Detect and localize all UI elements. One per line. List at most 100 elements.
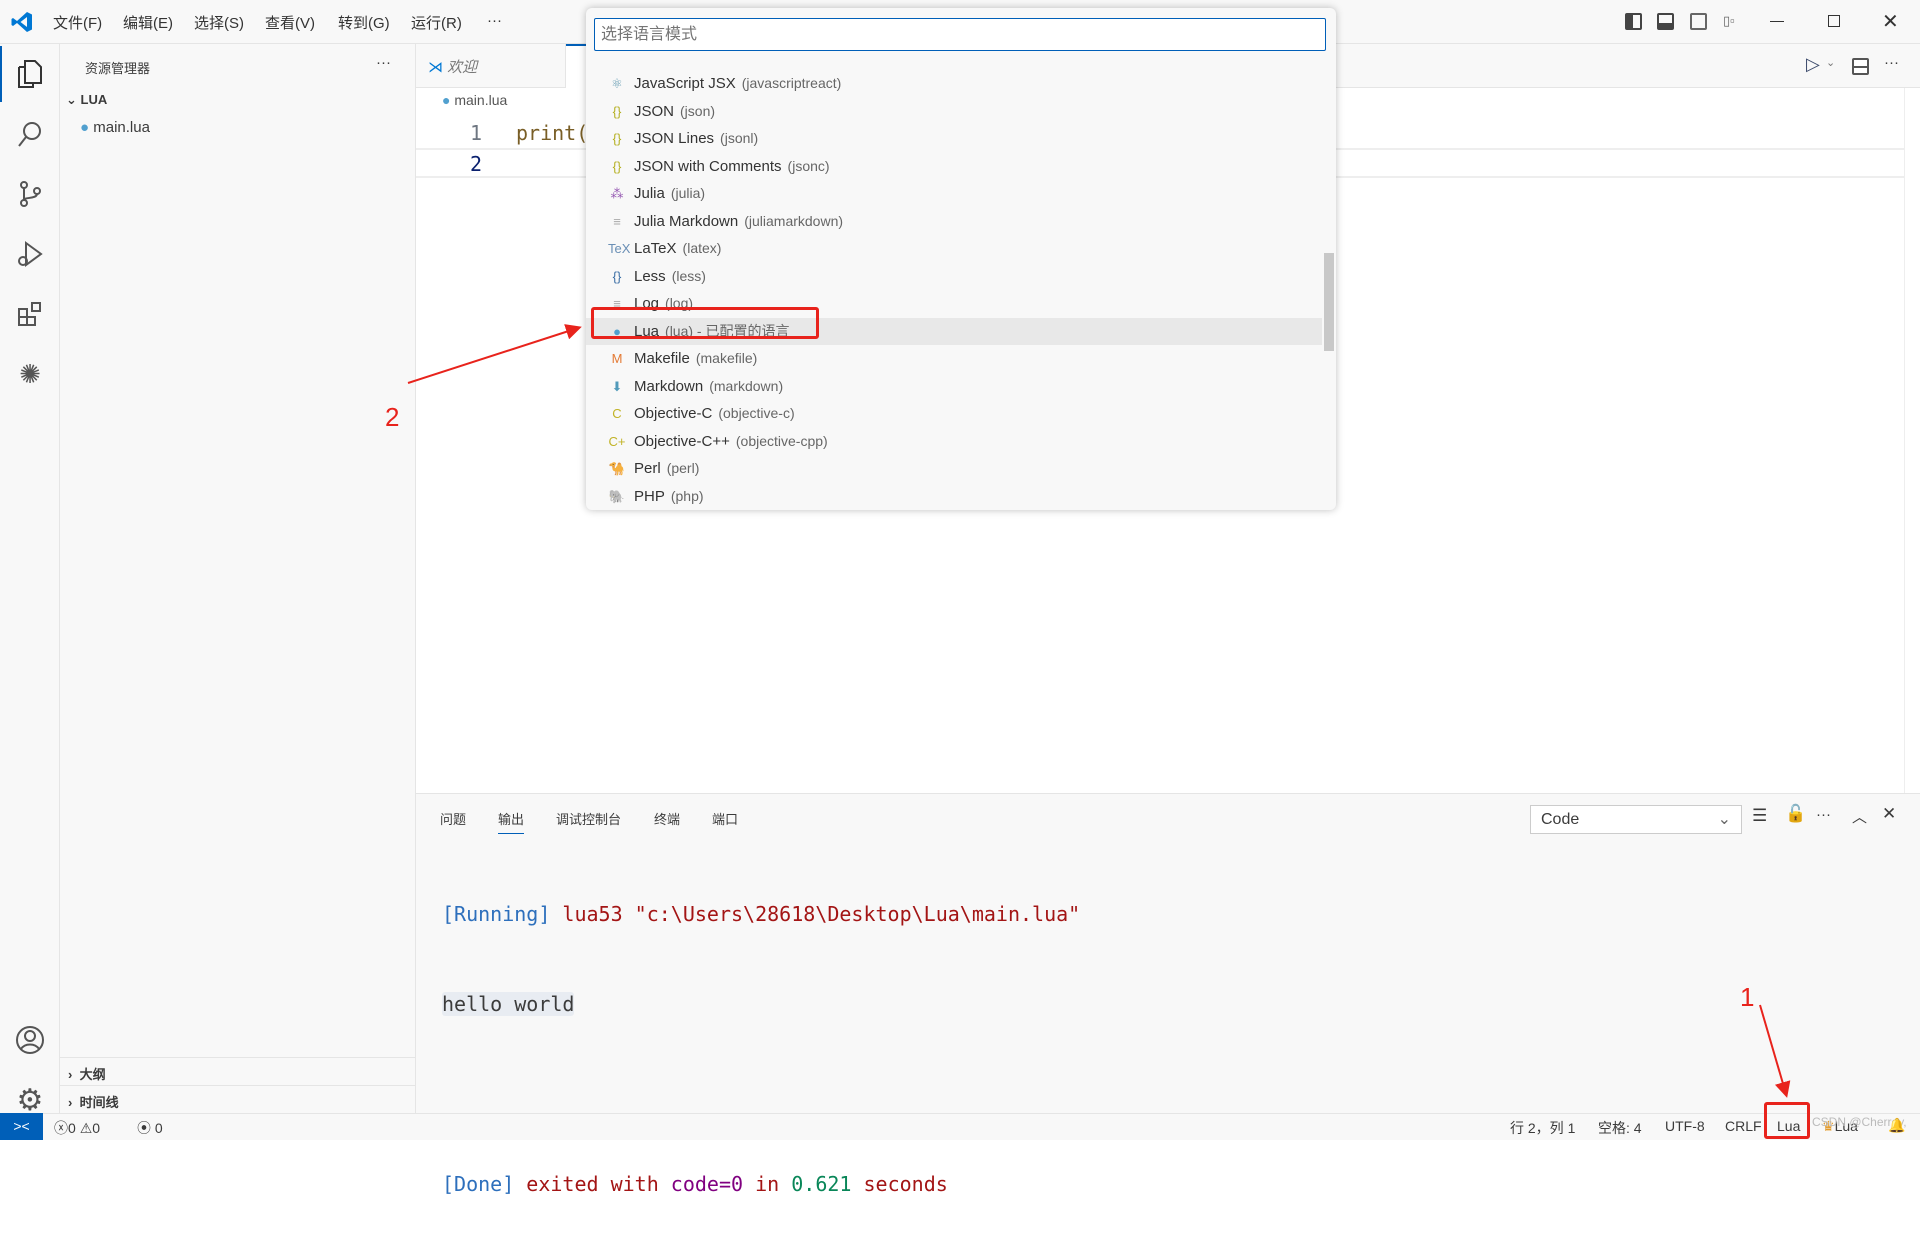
tab-output[interactable]: 输出: [498, 809, 525, 834]
language-item[interactable]: TeX LaTeX (latex): [586, 235, 1322, 262]
menu-run[interactable]: 运行(R): [411, 12, 462, 33]
done-tag: [Done]: [442, 1172, 515, 1196]
language-item[interactable]: 🐘 PHP (php): [586, 483, 1322, 510]
source-control-icon[interactable]: [12, 176, 48, 212]
menu-more[interactable]: ···: [487, 12, 502, 29]
editor-more-icon[interactable]: ···: [1884, 54, 1899, 71]
folder-lua[interactable]: ⌄ LUA: [66, 92, 406, 108]
language-item[interactable]: ⬇ Markdown (markdown): [586, 373, 1322, 400]
customize-layout-icon[interactable]: ▯▫: [1723, 13, 1740, 30]
maximize-panel-icon[interactable]: ︿: [1852, 806, 1867, 827]
language-item[interactable]: {} Less (less): [586, 263, 1322, 290]
tab-problems[interactable]: 问题: [440, 809, 466, 828]
breadcrumb[interactable]: ● main.lua: [442, 92, 507, 108]
notifications-bell-icon[interactable]: 🔔: [1888, 1117, 1905, 1134]
language-id: (javascriptreact): [741, 75, 842, 91]
tab-ports[interactable]: 端口: [712, 809, 738, 828]
menu-file[interactable]: 文件(F): [53, 12, 102, 33]
explorer-sidebar: 资源管理器 ··· ⌄ LUA ● main.lua › 大纲 › 时间线: [60, 44, 416, 1113]
tex-icon: TeX: [608, 241, 631, 256]
split-editor-icon[interactable]: [1852, 58, 1869, 75]
objcpp-icon: C+: [608, 433, 626, 449]
list-scrollbar[interactable]: [1324, 253, 1334, 351]
tab-debug-console[interactable]: 调试控制台: [556, 809, 621, 828]
annotation-label-2: 2: [385, 402, 400, 432]
line-ending[interactable]: CRLF: [1725, 1118, 1762, 1134]
text: exited with: [526, 1172, 659, 1196]
extensions-icon[interactable]: [12, 296, 48, 332]
clear-output-icon[interactable]: ☰: [1752, 806, 1767, 826]
chevron-down-icon: ⌄: [1717, 811, 1731, 828]
explorer-icon[interactable]: [12, 56, 48, 92]
sidebar-title: 资源管理器: [85, 61, 151, 76]
duration: 0.621: [791, 1172, 852, 1196]
language-id: (jsonl): [720, 130, 759, 146]
language-item[interactable]: ≡ Julia Markdown (juliamarkdown): [586, 208, 1322, 235]
close-window-icon[interactable]: ✕: [1882, 9, 1899, 34]
section-timeline[interactable]: › 时间线: [60, 1085, 416, 1113]
ports-status[interactable]: ⦿ 0: [137, 1118, 163, 1138]
file-main-lua[interactable]: ● main.lua: [80, 119, 400, 136]
close-panel-icon[interactable]: ✕: [1882, 804, 1896, 824]
line-number: 1: [470, 121, 483, 145]
run-code-icon[interactable]: ▷: [1806, 54, 1820, 75]
language-item[interactable]: C+ Objective-C++ (objective-cpp): [586, 428, 1322, 455]
language-item[interactable]: ⁂ Julia (julia): [586, 180, 1322, 207]
error-count: 0: [68, 1120, 76, 1136]
restore-icon[interactable]: [1828, 15, 1840, 27]
language-id: (less): [671, 267, 706, 284]
language-name: Less: [634, 267, 666, 285]
language-id: (jsonc): [787, 157, 830, 174]
language-id: (markdown): [709, 377, 784, 394]
panel-more-icon[interactable]: ···: [1816, 806, 1831, 823]
language-item[interactable]: {} JSON Lines (jsonl): [586, 125, 1322, 152]
tab-welcome[interactable]: ⋊ 欢迎: [416, 44, 566, 88]
menu-view[interactable]: 查看(V): [265, 12, 315, 33]
toggle-secondary-sidebar-icon[interactable]: [1690, 13, 1707, 30]
language-name: Objective-C: [634, 405, 713, 422]
language-search-input[interactable]: [594, 18, 1326, 51]
braces-icon: {}: [612, 103, 622, 119]
sidebar-more-button[interactable]: ···: [376, 54, 391, 71]
problems-status[interactable]: ⓧ0 ⚠0: [54, 1118, 100, 1138]
language-item[interactable]: M Makefile (makefile): [586, 345, 1322, 372]
activity-bar: ✺ ⚙: [0, 44, 60, 1117]
editor-scrollbar[interactable]: [1904, 88, 1920, 793]
language-item[interactable]: ⚛ JavaScript JSX (javascriptreact): [586, 70, 1322, 97]
section-outline[interactable]: › 大纲: [60, 1057, 416, 1085]
chatgpt-icon[interactable]: ✺: [12, 356, 48, 392]
language-name: JSON with Comments: [634, 157, 782, 175]
language-name: LaTeX: [634, 240, 677, 257]
output-line: hello world: [442, 989, 1080, 1019]
run-debug-icon[interactable]: [12, 236, 48, 272]
accounts-icon[interactable]: [12, 1022, 48, 1058]
language-id: (php): [670, 487, 704, 504]
language-item[interactable]: C Objective-C (objective-c): [586, 400, 1322, 427]
language-item[interactable]: {} JSON (json): [586, 98, 1322, 125]
toggle-primary-sidebar-icon[interactable]: [1625, 13, 1642, 30]
lock-scroll-icon[interactable]: 🔓: [1785, 804, 1806, 824]
minimize-icon[interactable]: [1770, 21, 1784, 22]
run-dropdown-icon[interactable]: ⌄: [1826, 56, 1835, 69]
menu-goto[interactable]: 转到(G): [338, 12, 390, 33]
cursor-position[interactable]: 行 2，列 1: [1510, 1118, 1575, 1138]
menu-selection[interactable]: 选择(S): [194, 12, 244, 33]
toggle-panel-icon[interactable]: [1657, 13, 1674, 30]
language-name: Julia: [634, 185, 665, 202]
julia-icon: ⁂: [610, 186, 624, 201]
encoding[interactable]: UTF-8: [1665, 1118, 1705, 1134]
search-icon[interactable]: [12, 116, 48, 152]
braces-icon: {}: [612, 158, 622, 174]
indentation[interactable]: 空格: 4: [1598, 1118, 1642, 1138]
language-item[interactable]: {} JSON with Comments (jsonc): [586, 153, 1322, 180]
perl-icon: 🐪: [608, 461, 626, 476]
remote-icon[interactable]: ><: [0, 1113, 43, 1140]
language-item[interactable]: 🐪 Perl (perl): [586, 455, 1322, 482]
makefile-icon: M: [611, 351, 623, 366]
language-id: (julia): [670, 185, 706, 201]
tab-terminal[interactable]: 终端: [654, 809, 680, 828]
output-channel-select[interactable]: Code ⌄: [1530, 805, 1742, 834]
language-id: (perl): [666, 460, 700, 476]
menu-edit[interactable]: 编辑(E): [123, 12, 173, 33]
vscode-logo-icon: [11, 12, 32, 32]
